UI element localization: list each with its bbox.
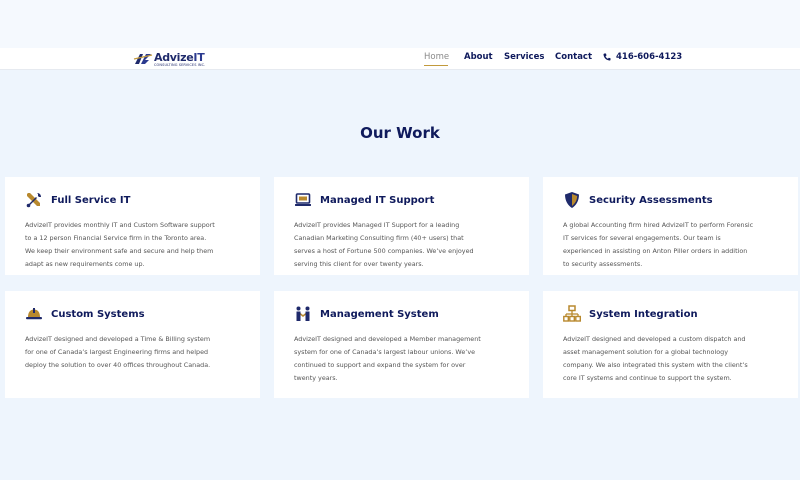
navbar: AdvizeIT CONSULTING SERVICES INC. Home A… (0, 48, 800, 70)
card-description: AdvizeIT designed and developed a Time &… (25, 333, 240, 372)
nav-services[interactable]: Services (504, 52, 544, 62)
logo-text: AdvizeIT (154, 52, 205, 63)
card-description-line: twenty years. (294, 374, 338, 382)
card-description: AdvizeIT provides monthly IT and Custom … (25, 219, 240, 271)
card-header: Management System (294, 305, 509, 323)
card-description-line: We keep their environment safe and secur… (25, 247, 214, 255)
logo[interactable]: AdvizeIT CONSULTING SERVICES INC. (133, 49, 213, 69)
card-description: A global Accounting firm hired AdvizeIT … (563, 219, 778, 271)
card-description-line: AdvizeIT designed and developed a custom… (563, 335, 746, 343)
section-title: Our Work (360, 124, 440, 142)
card-description-line: for one of Canada’s largest Engineering … (25, 348, 209, 356)
card-description-line: IT services for several engagements. Our… (563, 234, 721, 242)
network-icon (563, 305, 581, 323)
card-title: Custom Systems (51, 308, 145, 320)
card-description-line: A global Accounting firm hired AdvizeIT … (563, 221, 754, 229)
card-title: Management System (320, 308, 439, 320)
card-title: System Integration (589, 308, 698, 320)
card-header: System Integration (563, 305, 778, 323)
card-description-line: serves a host of Fortune 500 companies. … (294, 247, 474, 255)
card-description-line: AdvizeIT provides Managed IT Support for… (294, 221, 460, 229)
hard-hat-icon (25, 305, 43, 323)
nav-about[interactable]: About (464, 52, 493, 62)
tools-icon (25, 191, 43, 209)
card-description-line: to a 12 person Financial Service firm in… (25, 234, 207, 242)
phone-link[interactable]: 416-606-4123 (603, 52, 682, 62)
card-description-line: to security assessments. (563, 260, 643, 268)
phone-icon (603, 53, 611, 61)
card-description-line: asset management solution for a global t… (563, 348, 728, 356)
laptop-icon (294, 191, 312, 209)
nav-contact[interactable]: Contact (555, 52, 592, 62)
card-description-line: AdvizeIT provides monthly IT and Custom … (25, 221, 215, 229)
work-card-system-integration: System Integration AdvizeIT designed and… (543, 291, 798, 398)
card-title: Managed IT Support (320, 194, 435, 206)
work-card-security-assessments: Security Assessments A global Accounting… (543, 177, 798, 275)
work-card-management-system: Management System AdvizeIT designed and … (274, 291, 529, 398)
card-header: Security Assessments (563, 191, 778, 209)
card-title: Security Assessments (589, 194, 713, 206)
people-handshake-icon (294, 305, 312, 323)
logo-subtitle: CONSULTING SERVICES INC. (154, 62, 206, 67)
card-description-line: serving this client for over twenty year… (294, 260, 424, 268)
work-card-managed-it-support: Managed IT Support AdvizeIT provides Man… (274, 177, 529, 275)
work-card-full-service-it: Full Service IT AdvizeIT provides monthl… (5, 177, 260, 275)
card-description-line: core IT systems and continue to support … (563, 374, 732, 382)
card-header: Managed IT Support (294, 191, 509, 209)
card-description-line: AdvizeIT designed and developed a Member… (294, 335, 481, 343)
phone-number: 416-606-4123 (616, 52, 683, 62)
card-description: AdvizeIT designed and developed a custom… (563, 333, 778, 385)
card-description: AdvizeIT designed and developed a Member… (294, 333, 509, 385)
work-card-custom-systems: Custom Systems AdvizeIT designed and dev… (5, 291, 260, 398)
card-description-line: AdvizeIT designed and developed a Time &… (25, 335, 211, 343)
logo-text-wrap: AdvizeIT CONSULTING SERVICES INC. (154, 52, 205, 67)
card-description: AdvizeIT provides Managed IT Support for… (294, 219, 509, 271)
shield-icon (563, 191, 581, 209)
card-description-line: system for one of Canada’s largest labou… (294, 348, 476, 356)
logo-mark-icon (133, 54, 153, 64)
card-description-line: deploy the solution to over 40 offices t… (25, 361, 211, 369)
card-description-line: company. We also integrated this system … (563, 361, 748, 369)
card-description-line: adapt as new requirements come up. (25, 260, 145, 268)
card-header: Custom Systems (25, 305, 240, 323)
card-description-line: Canadian Marketing Consulting firm (40+ … (294, 234, 464, 242)
nav-home[interactable]: Home (424, 52, 449, 62)
nav-active-underline (424, 65, 448, 66)
card-description-line: continued to support and expand the syst… (294, 361, 466, 369)
top-strip (0, 0, 800, 48)
card-title: Full Service IT (51, 194, 131, 206)
card-description-line: experienced in assisting on Anton Piller… (563, 247, 748, 255)
card-header: Full Service IT (25, 191, 240, 209)
